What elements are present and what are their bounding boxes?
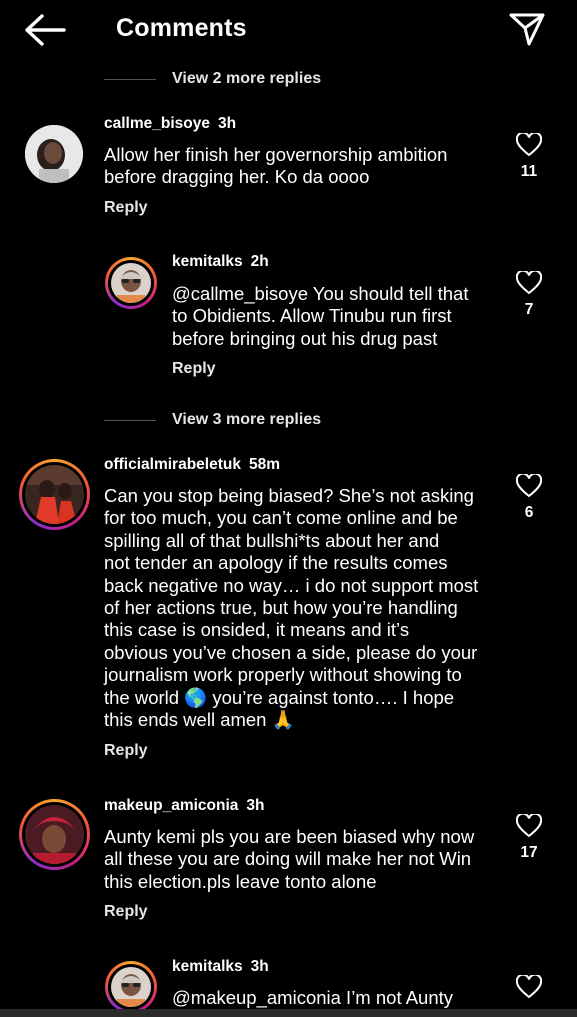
avatar-story-ring[interactable] xyxy=(19,799,90,870)
bottom-edge-bar xyxy=(0,1009,577,1017)
divider-line xyxy=(104,78,156,80)
view-more-replies-button[interactable]: View 3 more replies xyxy=(104,408,321,432)
back-arrow-icon[interactable] xyxy=(22,12,66,48)
comment-username[interactable]: callme_bisoye 3h xyxy=(104,115,236,133)
page-title: Comments xyxy=(116,14,247,42)
comment-username[interactable]: kemitalks 3h xyxy=(172,958,269,976)
comment-text: @callme_bisoye You should tell that to O… xyxy=(172,283,469,349)
top-bar: Comments xyxy=(0,0,577,62)
reply-button[interactable]: Reply xyxy=(104,742,148,760)
comment-text: Allow her finish her governorship ambiti… xyxy=(104,144,448,188)
avatar-story-ring[interactable] xyxy=(105,257,157,309)
reply-button[interactable]: Reply xyxy=(104,903,148,921)
comment-username[interactable]: makeup_amiconia 3h xyxy=(104,797,265,815)
send-icon[interactable] xyxy=(507,10,547,48)
avatar[interactable] xyxy=(25,125,83,183)
like-button[interactable]: 6 xyxy=(514,474,544,522)
reply-button[interactable]: Reply xyxy=(172,360,216,378)
comment-time: 3h xyxy=(250,958,269,975)
heart-icon xyxy=(516,814,542,838)
comment-text: Can you stop being biased? She’s not ask… xyxy=(104,485,479,731)
reply-button[interactable]: Reply xyxy=(104,199,148,217)
like-button[interactable]: 11 xyxy=(514,133,544,181)
comment-time: 2h xyxy=(250,253,269,270)
avatar-story-ring[interactable] xyxy=(19,459,90,530)
avatar-story-ring[interactable] xyxy=(105,961,157,1013)
like-button[interactable]: 7 xyxy=(514,271,544,319)
comment-username[interactable]: kemitalks 2h xyxy=(172,253,269,271)
avatar xyxy=(25,805,84,864)
heart-icon xyxy=(516,133,542,157)
avatar xyxy=(25,465,84,524)
heart-icon xyxy=(516,975,542,999)
like-button[interactable]: 17 xyxy=(514,814,544,862)
comment-username[interactable]: officialmirabeletuk 58m xyxy=(104,456,280,474)
comment-text: @makeup_amiconia I’m not Aunty xyxy=(172,987,454,1008)
like-count: 11 xyxy=(520,163,538,180)
avatar xyxy=(111,967,151,1007)
divider-line xyxy=(104,419,156,421)
heart-icon xyxy=(516,474,542,498)
comment-text: Aunty kemi pls you are been biased why n… xyxy=(104,826,475,892)
comment-time: 3h xyxy=(217,115,237,132)
heart-icon xyxy=(516,271,542,295)
like-count: 17 xyxy=(520,844,538,861)
like-count: 6 xyxy=(524,504,534,521)
comment-time: 58m xyxy=(248,456,280,473)
comment-time: 3h xyxy=(246,797,265,814)
view-more-replies-button[interactable]: View 2 more replies xyxy=(104,67,321,91)
like-button[interactable] xyxy=(514,975,544,999)
avatar xyxy=(111,263,151,303)
like-count: 7 xyxy=(524,301,534,318)
